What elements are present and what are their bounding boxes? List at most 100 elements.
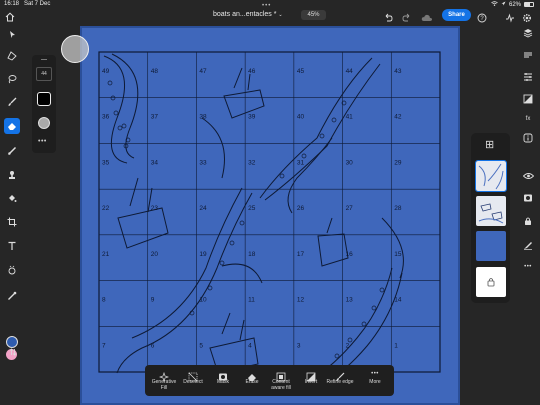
lock-icon[interactable] xyxy=(521,214,535,228)
board-square-number: 17 xyxy=(297,251,305,258)
generative-fill-button[interactable]: Generative Fill xyxy=(150,369,178,393)
battery-icon xyxy=(524,2,534,7)
erase-button[interactable]: Erase xyxy=(238,369,266,393)
healing-icon[interactable] xyxy=(4,143,20,159)
tentacle-sucker xyxy=(379,287,385,293)
mask-button[interactable]: Mask xyxy=(209,369,237,393)
board-square-number: 10 xyxy=(199,297,207,304)
tentacle-sucker xyxy=(319,133,325,139)
layers-icon[interactable] xyxy=(521,26,535,40)
crop-icon[interactable] xyxy=(4,214,20,230)
location-icon xyxy=(501,1,506,8)
undo-icon[interactable] xyxy=(383,10,393,22)
layer-properties-icon[interactable] xyxy=(521,48,535,62)
board-square-number: 7 xyxy=(102,342,106,349)
eyedropper-icon[interactable] xyxy=(4,288,20,304)
redo-icon[interactable] xyxy=(402,10,412,22)
visibility-eye-icon[interactable] xyxy=(521,169,535,183)
board-square-number: 3 xyxy=(297,342,301,349)
lasso-icon[interactable] xyxy=(4,71,20,87)
brush-preview-swatch[interactable] xyxy=(37,92,51,106)
adjustment-layer-icon[interactable] xyxy=(521,92,535,106)
tentacle-sucker xyxy=(334,353,340,359)
add-layer-icon[interactable]: ⊞ xyxy=(485,138,494,151)
more-button[interactable]: ••• More xyxy=(361,369,389,393)
chevron-down-icon: ⌄ xyxy=(278,12,283,18)
board-square-number: 29 xyxy=(394,159,402,166)
tentacle-sucker xyxy=(239,220,245,226)
deselect-button[interactable]: Deselect xyxy=(179,369,207,393)
sparkle-icon xyxy=(158,369,170,383)
board-square-number: 16 xyxy=(346,251,354,258)
brush-icon[interactable] xyxy=(4,94,20,110)
zoom-level[interactable]: 45% xyxy=(301,10,326,20)
board-square-number: 11 xyxy=(248,297,255,304)
board-square-number: 8 xyxy=(102,297,106,304)
left-toolbar xyxy=(0,24,24,364)
home-icon[interactable] xyxy=(5,9,15,22)
tentacle-sucker xyxy=(301,153,307,159)
layer-thumbnail-ships[interactable] xyxy=(476,196,506,226)
battery-percent: 62% xyxy=(508,1,521,8)
tentacle-sucker xyxy=(371,305,377,311)
eraser-icon[interactable] xyxy=(4,118,20,134)
transform-icon[interactable] xyxy=(4,48,20,64)
info-icon[interactable] xyxy=(521,131,535,145)
status-date: Sat 7 Dec xyxy=(24,1,51,7)
board-square-number: 23 xyxy=(151,205,159,212)
clone-stamp-icon[interactable] xyxy=(4,167,20,183)
layer-thumbnail-background-fill[interactable] xyxy=(476,231,506,261)
filters-icon[interactable] xyxy=(521,70,535,84)
text-icon[interactable] xyxy=(4,238,20,254)
more-options-icon[interactable]: ••• xyxy=(38,138,47,145)
document-title[interactable]: boats an...entacles * ⌄ xyxy=(213,11,283,18)
help-icon[interactable]: ? xyxy=(477,10,487,23)
board-square-number: 18 xyxy=(248,251,256,258)
board-square-number: 41 xyxy=(346,114,354,121)
board-square-number: 4 xyxy=(248,342,252,349)
right-toolbar: fx ••• xyxy=(516,24,540,274)
document-canvas[interactable]: 49 48 47 46 45 44 43 36 37 38 39 40 41 42 35 34 33 32 31 30… xyxy=(80,26,460,405)
board-square-number: 24 xyxy=(199,205,207,212)
fx-icon[interactable]: fx xyxy=(521,112,535,126)
board-square-number: 36 xyxy=(102,114,110,121)
board-square-number: 6 xyxy=(151,342,155,349)
invert-button[interactable]: Invert xyxy=(297,369,325,393)
panel-grip[interactable] xyxy=(41,59,47,60)
brush-options-panel: 44 ••• xyxy=(32,55,56,153)
board-square-number: 27 xyxy=(346,205,354,212)
board-square-number: 32 xyxy=(248,159,256,166)
activity-icon[interactable] xyxy=(505,10,515,23)
layer-thumbnail-tentacles[interactable] xyxy=(475,160,507,192)
eraser-icon xyxy=(247,369,257,381)
fill-icon[interactable] xyxy=(4,190,20,206)
layer-thumbnail-base[interactable] xyxy=(476,267,506,297)
more-icon: ••• xyxy=(371,371,379,377)
brush-softness-control[interactable] xyxy=(38,117,50,129)
tentacle-sucker xyxy=(279,173,285,179)
cloud-icon[interactable] xyxy=(421,10,433,21)
brush-size-field[interactable]: 44 xyxy=(36,67,52,81)
more-layer-options-icon[interactable]: ••• xyxy=(521,260,535,274)
board-square-number: 48 xyxy=(151,68,159,75)
tentacle-sucker xyxy=(361,321,367,327)
layer-edit-icon[interactable] xyxy=(521,238,535,252)
gear-icon[interactable] xyxy=(522,10,532,23)
board-square-number: 14 xyxy=(394,297,402,304)
select-icon[interactable] xyxy=(4,26,20,42)
board-square-number: 39 xyxy=(248,114,256,121)
board-square-number: 19 xyxy=(199,251,207,258)
share-button[interactable]: Share xyxy=(442,9,471,21)
adjustments-icon[interactable] xyxy=(4,262,20,278)
layers-panel: ⊞ xyxy=(471,133,510,303)
tentacle-sucker xyxy=(219,260,225,266)
content-aware-fill-button[interactable]: Content aware fill xyxy=(266,369,296,393)
board-square-number: 20 xyxy=(151,251,159,258)
swap-colors-icon[interactable] xyxy=(5,344,21,360)
mask-icon[interactable] xyxy=(521,191,535,205)
refine-edge-button[interactable]: Refine edge xyxy=(326,369,354,393)
board-square-number: 38 xyxy=(199,114,207,121)
board-square-number: 31 xyxy=(297,159,305,166)
invert-icon xyxy=(306,369,316,382)
tentacle-sucker xyxy=(107,80,113,86)
